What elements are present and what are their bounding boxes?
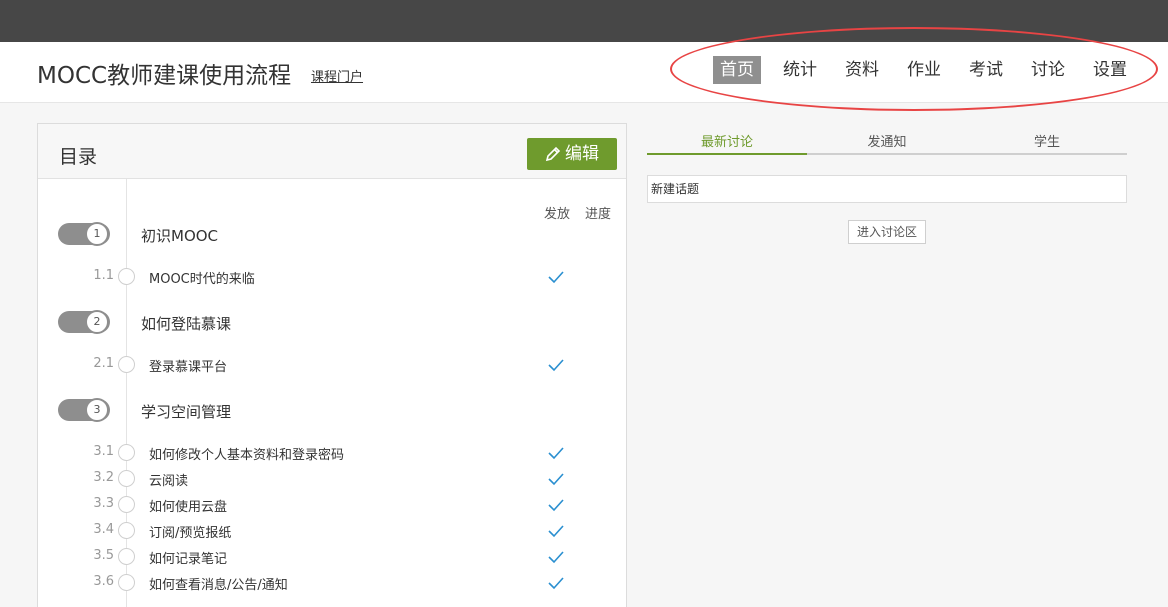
check-icon <box>548 551 564 564</box>
section-number: 1.1 <box>93 268 114 283</box>
enter-discussion-button[interactable]: 进入讨论区 <box>848 220 926 244</box>
col-head-progress: 进度 <box>585 207 612 222</box>
edit-button-label: 编辑 <box>565 144 599 164</box>
course-title: MOCC教师建课使用流程 <box>37 63 292 89</box>
nav-homework[interactable]: 作业 <box>907 56 941 84</box>
section-title[interactable]: 登录慕课平台 <box>149 356 227 375</box>
check-icon <box>548 359 564 372</box>
chapter-number: 2 <box>85 310 109 334</box>
nav-discussion[interactable]: 讨论 <box>1031 56 1065 84</box>
chapter-number: 3 <box>85 398 109 422</box>
section-title[interactable]: 订阅/预览报纸 <box>149 522 231 541</box>
chapter-toggle-3[interactable]: 3 <box>58 398 110 422</box>
nav-exam[interactable]: 考试 <box>969 56 1003 84</box>
chapter-toggle-2[interactable]: 2 <box>58 310 110 334</box>
col-head-publish: 发放 <box>544 207 571 222</box>
section-status-circle <box>118 444 135 461</box>
pencil-icon <box>545 146 561 162</box>
section-status-circle <box>118 470 135 487</box>
section-number: 3.2 <box>93 470 114 485</box>
section-title[interactable]: 云阅读 <box>149 470 188 489</box>
toc-title: 目录 <box>59 146 98 168</box>
course-header: MOCC教师建课使用流程 课程门户 首页 统计 资料 作业 考试 讨论 设置 <box>0 42 1168 103</box>
section-status-circle <box>118 496 135 513</box>
active-tab-underline <box>647 153 807 155</box>
toc-panel: 目录 编辑 发放 进度 1 初识MOOC 1.1 MOOC时代的来临 2 如何登… <box>37 123 627 607</box>
chapter-number: 1 <box>85 222 109 246</box>
check-icon <box>548 577 564 590</box>
section-number: 3.1 <box>93 444 114 459</box>
check-icon <box>548 447 564 460</box>
top-bar <box>0 0 1168 42</box>
section-title[interactable]: MOOC时代的来临 <box>149 268 255 287</box>
chapter-title[interactable]: 初识MOOC <box>141 225 218 246</box>
section-title[interactable]: 如何记录笔记 <box>149 548 227 567</box>
tab-latest-discussion[interactable]: 最新讨论 <box>647 131 807 150</box>
tab-students[interactable]: 学生 <box>967 131 1127 150</box>
section-status-circle <box>118 356 135 373</box>
check-icon <box>548 473 564 486</box>
toc-timeline-line <box>126 179 127 607</box>
section-number: 3.6 <box>93 574 114 589</box>
check-icon <box>548 525 564 538</box>
discussion-tabs: 最新讨论 发通知 学生 <box>647 123 1127 155</box>
nav-settings[interactable]: 设置 <box>1093 56 1127 84</box>
section-title[interactable]: 如何修改个人基本资料和登录密码 <box>149 444 344 463</box>
new-topic-input[interactable]: 新建话题 <box>647 175 1127 203</box>
section-status-circle <box>118 548 135 565</box>
section-status-circle <box>118 522 135 539</box>
section-title[interactable]: 如何查看消息/公告/通知 <box>149 574 288 593</box>
toc-header: 目录 编辑 <box>38 124 626 179</box>
nav-materials[interactable]: 资料 <box>845 56 879 84</box>
section-number: 3.4 <box>93 522 114 537</box>
chapter-toggle-1[interactable]: 1 <box>58 222 110 246</box>
section-number: 2.1 <box>93 356 114 371</box>
tab-send-notice[interactable]: 发通知 <box>807 131 967 150</box>
check-icon <box>548 271 564 284</box>
chapter-title[interactable]: 学习空间管理 <box>141 401 231 422</box>
course-portal-link[interactable]: 课程门户 <box>311 66 363 85</box>
nav-statistics[interactable]: 统计 <box>783 56 817 84</box>
edit-button[interactable]: 编辑 <box>527 138 617 170</box>
nav-home[interactable]: 首页 <box>713 56 761 84</box>
section-title[interactable]: 如何使用云盘 <box>149 496 227 515</box>
section-status-circle <box>118 268 135 285</box>
check-icon <box>548 499 564 512</box>
section-number: 3.5 <box>93 548 114 563</box>
section-number: 3.3 <box>93 496 114 511</box>
chapter-title[interactable]: 如何登陆慕课 <box>141 313 231 334</box>
section-status-circle <box>118 574 135 591</box>
